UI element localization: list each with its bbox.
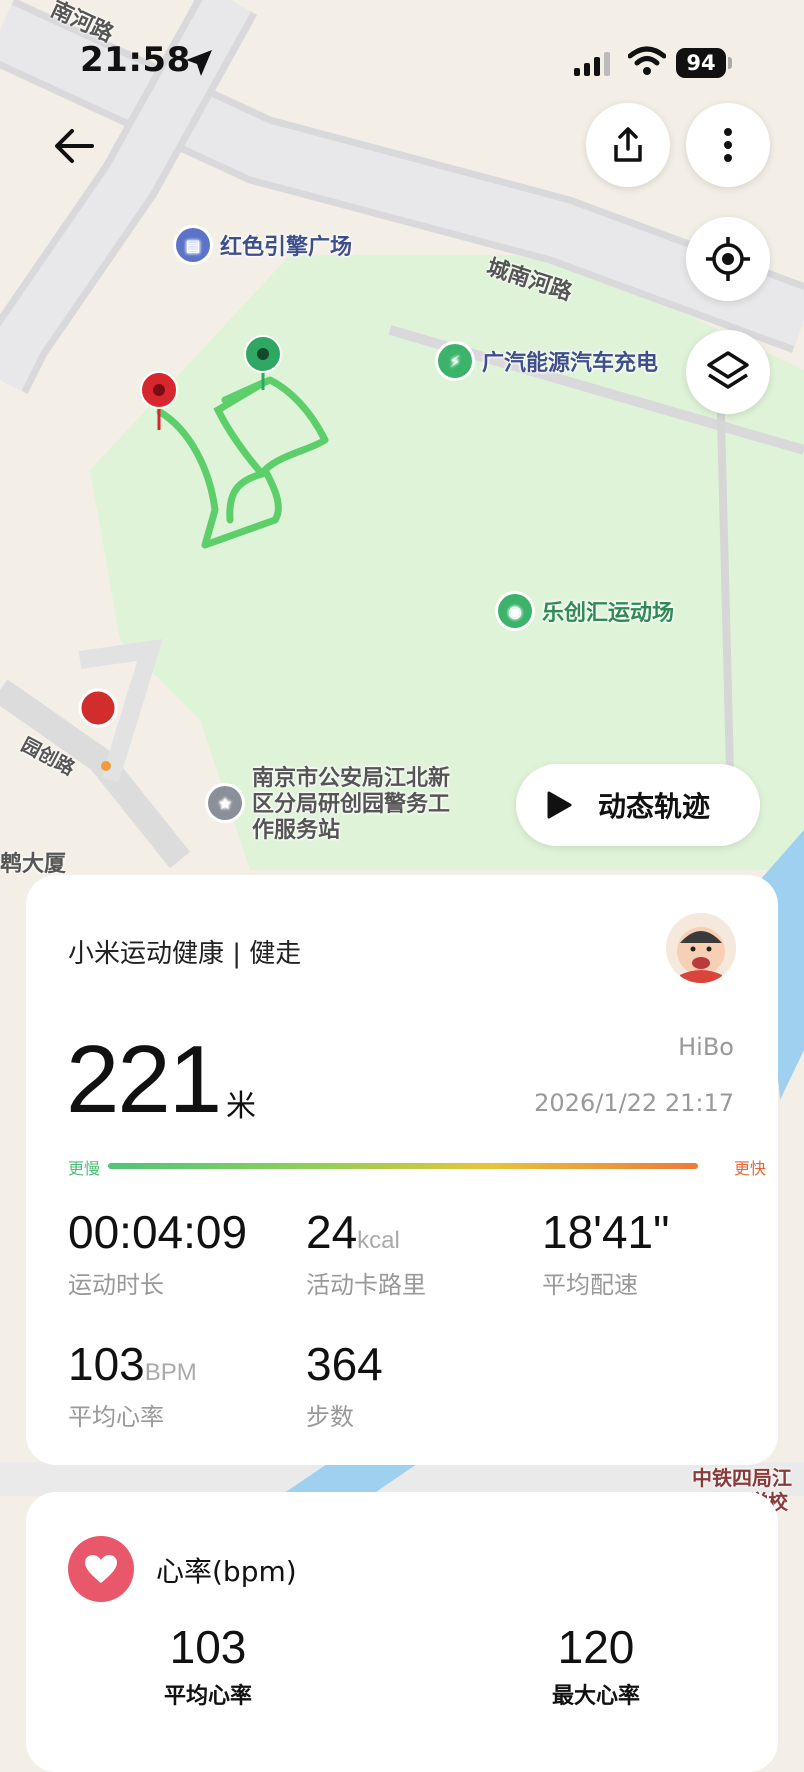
road-label: 鹎大厦 [0,852,67,877]
pace-fast-label: 更快 [733,1159,766,1178]
more-vertical-icon [724,128,732,162]
poi-sports-field[interactable]: ◉ 乐创汇运动场 [498,594,674,628]
cellular-signal-icon [574,52,610,76]
metric-label: 活动卡路里 [306,1271,426,1299]
heart-rate-card[interactable]: 心率(bpm) 103 平均心率 120 最大心率 [26,1492,778,1772]
metric-label: 步数 [306,1403,354,1431]
poi-label: 广汽能源汽车充电 [482,351,659,376]
workout-datetime: 2026/1/22 21:17 [534,1089,734,1117]
poi-charging-station[interactable]: ⚡ 广汽能源汽车充电 [438,344,658,378]
wifi-icon [628,46,666,75]
avg-heart-rate-stat: 103 平均心率 [108,1620,308,1710]
heart-icon [68,1536,134,1602]
poi-label: 南京市公安局江北新区分局研创园警务工作服务站 [252,766,451,843]
more-options-button[interactable] [686,103,770,187]
avatar[interactable] [666,913,736,983]
max-heart-rate-label: 最大心率 [551,1684,640,1709]
replay-label: 动态轨迹 [598,790,711,823]
metric-calories: 24kcal 活动卡路里 [306,1205,426,1300]
username: HiBo [678,1033,734,1061]
distance-unit: 米 [226,1089,256,1124]
heart-rate-title: 心率(bpm) [156,1555,297,1588]
metric-avg-pace: 18'41" 平均配速 [542,1205,669,1300]
metric-unit: BPM [144,1359,197,1386]
poi-label: 乐创汇运动场 [542,601,675,626]
pace-gradient-bar [108,1163,698,1169]
share-button[interactable] [586,103,670,187]
poi-label: 红色引擎广场 [220,235,353,260]
play-icon [547,791,572,819]
location-arrow-icon [186,50,212,76]
metric-value: 364 [306,1338,383,1390]
metric-value: 00:04:09 [68,1206,248,1258]
max-heart-rate-value: 120 [557,1621,635,1673]
workout-summary-card: 小米运动健康 | 健走 221 米 HiBo 2026/1/22 21:17 更… [26,875,778,1465]
metric-steps: 364 步数 [306,1337,383,1432]
metric-label: 运动时长 [68,1271,164,1299]
dynamic-track-replay-button[interactable]: 动态轨迹 [516,764,760,846]
map-layers-button[interactable] [686,330,770,414]
back-arrow-icon[interactable] [48,118,104,174]
locate-me-button[interactable] [686,217,770,301]
clock: 21:58 [80,40,191,80]
avatar-image [666,913,736,983]
pace-slow-label: 更慢 [68,1159,101,1178]
battery-indicator: 94 [676,48,726,78]
metric-value: 18'41" [542,1206,670,1258]
metric-value: 24 [306,1206,358,1258]
kfc-marker [78,688,118,728]
distance-value: 221 [66,1026,222,1133]
landmark-icon: ▤ [176,228,210,262]
activity-source: 小米运动健康 | 健走 [68,939,302,969]
avg-heart-rate-value: 103 [169,1621,247,1673]
metric-value: 103 [68,1338,145,1390]
share-icon [614,127,642,162]
metric-label: 平均心率 [68,1403,164,1431]
map-canvas [0,0,804,1748]
layers-icon [707,351,749,389]
poi-red-engine-square[interactable]: ▤ 红色引擎广场 [176,228,352,262]
metric-unit: kcal [357,1227,400,1254]
crosshair-icon [706,237,750,281]
status-bar: 21:58 94 [0,0,804,110]
metric-duration: 00:04:09 运动时长 [68,1205,247,1300]
map-view[interactable]: ▤ 红色引擎广场 ⚡ 广汽能源汽车充电 ◉ 乐创汇运动场 ★ 南京市公安局江北新… [0,0,804,1748]
metric-label: 平均配速 [542,1271,638,1299]
metric-avg-heart-rate: 103BPM 平均心率 [68,1337,197,1432]
stadium-icon: ◉ [498,594,532,628]
battery-tip [728,57,732,69]
max-heart-rate-stat: 120 最大心率 [496,1620,696,1710]
charging-icon: ⚡ [438,344,472,378]
poi-police-station[interactable]: ★ 南京市公安局江北新区分局研创园警务工作服务站 [208,766,452,844]
avg-heart-rate-label: 平均心率 [163,1684,252,1709]
police-icon: ★ [208,786,242,820]
